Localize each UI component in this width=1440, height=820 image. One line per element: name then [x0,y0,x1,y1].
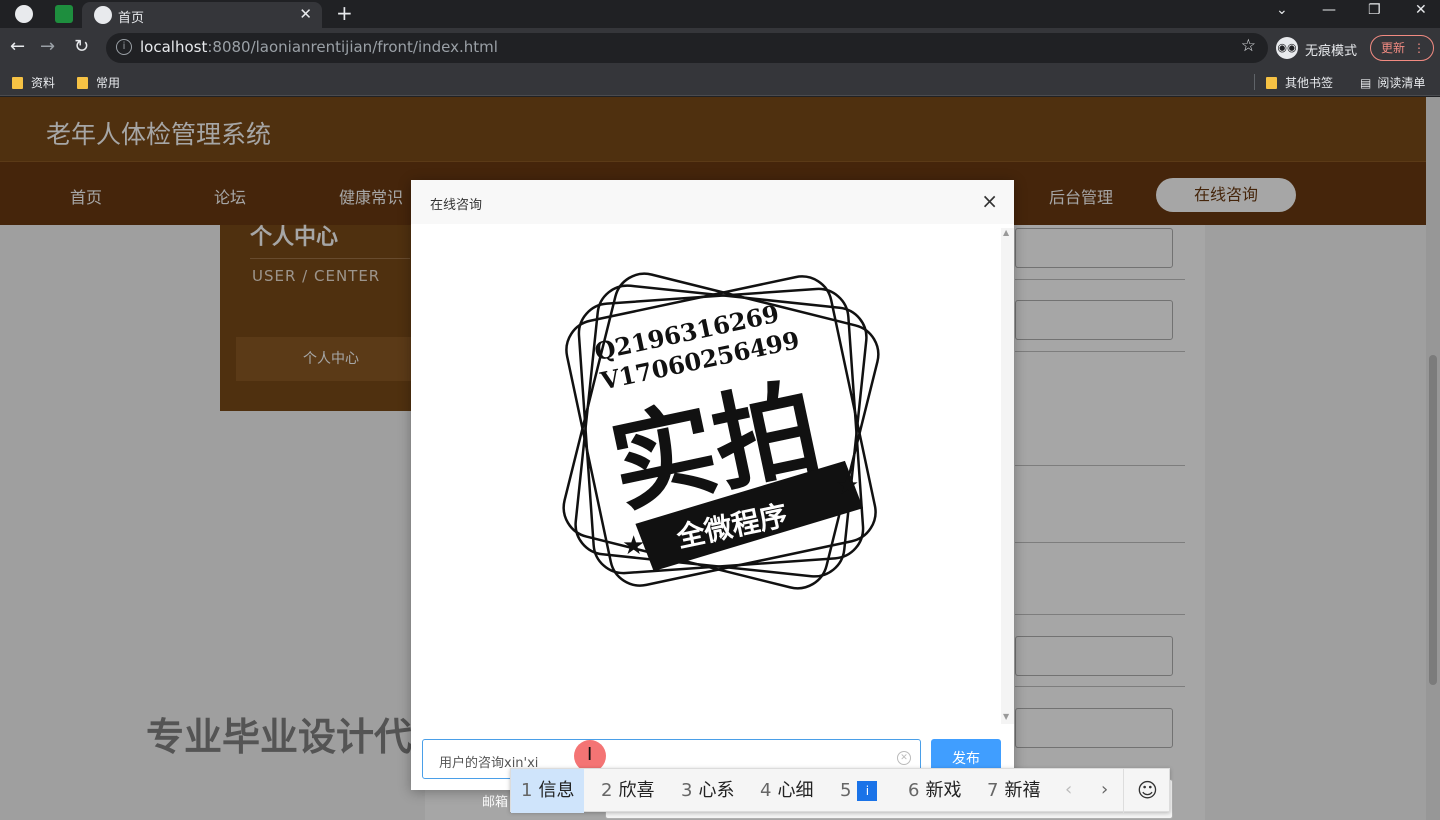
update-label: 更新 [1381,41,1406,55]
ime-candidate-bar: 1 信息 2 欣喜 3 心系 4 心细 5i 6 新戏 7 新禧 ‹ › ☺ [510,768,1170,813]
ime-candidate-text: 新禧 [1004,780,1041,801]
reload-icon[interactable]: ↻ [74,36,89,57]
plus-icon[interactable]: + [336,1,353,25]
chevron-right-icon[interactable]: › [1101,779,1108,800]
bookmark-folder-other[interactable]: 其他书签 [1266,74,1333,91]
ime-candidate-number: 2 [601,780,613,801]
ime-candidate-number: 3 [681,780,693,801]
folder-icon [12,77,23,89]
restore-icon[interactable]: ❐ [1368,2,1381,18]
bookmarks-bar: 资料 常用 其他书签 ▤ 阅读清单 [0,68,1440,96]
close-icon[interactable]: × [981,189,998,213]
url-host: localhost [140,38,208,56]
dialog-scrollbar[interactable] [1001,228,1014,724]
ime-candidate-number: 7 [987,780,999,801]
bookmark-folder[interactable]: 资料 [12,74,55,91]
minimize-icon[interactable]: — [1322,2,1336,18]
ime-candidate-text: 欣喜 [618,780,655,801]
sheets-app-icon[interactable] [55,5,73,23]
star-icon: ★ [622,531,645,561]
update-button[interactable]: 更新 ⋮ [1370,35,1434,61]
ime-candidate-text: 心系 [698,780,735,801]
emoji-icon[interactable]: ☺ [1137,778,1158,802]
dialog-header: 在线咨询 × [411,180,1014,224]
close-icon[interactable]: ✕ [1415,2,1427,18]
browser-toolbar: ← → ↻ i localhost:8080/laonianrentijian/… [0,28,1440,68]
scroll-up-icon[interactable]: ▲ [1003,228,1009,237]
ime-candidate-text: 信息 [538,780,575,801]
ime-candidate-number: 4 [760,780,772,801]
online-consult-dialog: 在线咨询 × ▲ ▼ Q2196316269 V17060256499 实拍 全… [411,180,1014,790]
bookmark-label: 资料 [31,76,56,90]
url-text[interactable]: localhost:8080/laonianrentijian/front/in… [140,38,498,56]
ime-candidate[interactable]: 5i [840,769,878,813]
ime-candidate-number: 6 [908,780,920,801]
text-cursor-icon: I [587,744,593,765]
chevron-down-icon[interactable]: ⌄ [1276,2,1288,18]
ime-candidate[interactable]: 3 心系 [681,769,734,813]
clear-input-icon[interactable]: ✕ [897,751,911,765]
info-icon: i [857,781,878,801]
info-icon[interactable]: i [116,39,132,55]
back-arrow-icon[interactable]: ← [10,36,25,57]
email-label: 邮箱 [482,795,509,810]
bookmark-label: 常用 [96,76,121,90]
browser-tab-active[interactable]: 首页 ✕ [82,2,322,28]
incognito-icon[interactable]: ◉◉ [1276,37,1298,59]
bookmark-separator [1254,74,1255,90]
folder-icon [1266,77,1277,89]
dialog-title: 在线咨询 [430,198,483,213]
ime-candidate-number: 1 [521,780,533,801]
ime-candidate[interactable]: 4 心细 [760,769,813,813]
ime-candidate[interactable]: 2 欣喜 [601,769,654,813]
ime-candidate-text: 新戏 [925,780,962,801]
folder-icon [77,77,88,89]
reading-list[interactable]: ▤ 阅读清单 [1360,74,1425,91]
ime-candidate[interactable]: 7 新禧 [987,769,1040,813]
star-icon: ★ [836,471,859,501]
ime-candidate[interactable]: 6 新戏 [908,769,961,813]
chevron-left-icon[interactable]: ‹ [1065,779,1072,800]
ime-candidate-number: 5 [840,780,852,801]
forward-arrow-icon[interactable]: → [40,36,55,57]
watermark-stamp-image: Q2196316269 V17060256499 实拍 全微程序 ★ ★ [562,272,880,590]
globe-icon[interactable] [15,5,33,23]
close-icon[interactable]: ✕ [299,5,312,23]
ime-candidate[interactable]: 1 信息 [511,769,585,813]
watermark-text: 专业毕业设计代做 [146,715,451,759]
incognito-label: 无痕模式 [1305,44,1358,59]
bookmark-folder[interactable]: 常用 [77,74,120,91]
kebab-menu-icon[interactable]: ⋮ [1413,36,1425,60]
globe-icon [94,6,112,24]
url-path: :8080/laonianrentijian/front/index.html [207,38,498,56]
address-bar[interactable]: i localhost:8080/laonianrentijian/front/… [106,33,1268,63]
ime-candidate-text: 心细 [777,780,814,801]
reading-list-label: 阅读清单 [1377,76,1426,90]
bookmark-label: 其他书签 [1285,76,1334,90]
scroll-down-icon[interactable]: ▼ [1003,712,1009,721]
reading-list-icon: ▤ [1360,76,1372,90]
star-icon[interactable]: ☆ [1241,36,1256,56]
ime-separator [1123,769,1124,813]
tab-title: 首页 [118,11,145,26]
browser-tab-bar: 首页 ✕ + ⌄ — ❐ ✕ [0,0,1440,28]
